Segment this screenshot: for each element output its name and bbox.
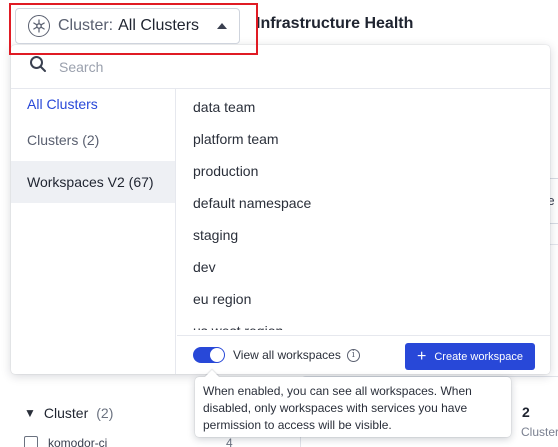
page-title: Infrastructure Health bbox=[256, 15, 414, 32]
cluster-group-label: Cluster bbox=[43, 405, 89, 421]
workspace-list: data team platform team production defau… bbox=[177, 89, 550, 330]
info-tooltip: When enabled, you can see all workspaces… bbox=[195, 369, 511, 437]
cluster-item-label: komodor-ci bbox=[48, 436, 108, 447]
workspace-item[interactable]: production bbox=[177, 155, 550, 187]
search-icon bbox=[29, 55, 47, 78]
plus-icon: + bbox=[417, 347, 427, 365]
workspace-item[interactable]: dev bbox=[177, 251, 550, 283]
stat-label: Cluster bbox=[521, 425, 558, 439]
cluster-checkbox[interactable] bbox=[24, 436, 38, 447]
tooltip-text: When enabled, you can see all workspaces… bbox=[203, 384, 472, 432]
toggle-knob bbox=[210, 348, 224, 362]
create-workspace-button[interactable]: + Create workspace bbox=[405, 343, 535, 370]
stat-value: 2 bbox=[522, 404, 530, 420]
workspace-item[interactable]: eu region bbox=[177, 283, 550, 315]
scope-menu: All Clusters Clusters (2) Workspaces V2 … bbox=[11, 89, 176, 374]
cluster-group-count: (2) bbox=[96, 405, 114, 421]
workspace-item[interactable]: us west region bbox=[177, 315, 550, 330]
scope-item-workspaces[interactable]: Workspaces V2 (67) bbox=[11, 161, 175, 203]
cluster-dropdown: All Clusters Clusters (2) Workspaces V2 … bbox=[11, 45, 550, 374]
workspace-item[interactable]: staging bbox=[177, 219, 550, 251]
page: Infrastructure Health re 2 Cluster ▼ Clu… bbox=[0, 0, 558, 447]
search-input[interactable] bbox=[59, 58, 459, 75]
cluster-group-header[interactable]: ▼ Cluster (2) bbox=[24, 405, 113, 421]
highlight-annotation bbox=[9, 3, 258, 55]
workspace-item[interactable]: default namespace bbox=[177, 187, 550, 219]
info-icon[interactable]: i bbox=[346, 348, 360, 362]
cluster-item-count: 4 bbox=[226, 436, 233, 447]
scope-item-clusters[interactable]: Clusters (2) bbox=[11, 119, 175, 161]
create-workspace-label: Create workspace bbox=[434, 350, 523, 363]
workspace-item[interactable]: data team bbox=[177, 91, 550, 123]
view-all-workspaces-label: View all workspaces bbox=[233, 348, 341, 362]
cluster-list-item[interactable]: komodor-ci bbox=[24, 436, 107, 447]
view-all-workspaces-toggle[interactable] bbox=[193, 347, 225, 363]
scope-item-all-clusters[interactable]: All Clusters bbox=[11, 89, 175, 119]
workspace-footer: View all workspaces i + Create workspace bbox=[177, 335, 550, 374]
chevron-down-icon: ▼ bbox=[24, 406, 36, 420]
workspace-item[interactable]: platform team bbox=[177, 123, 550, 155]
